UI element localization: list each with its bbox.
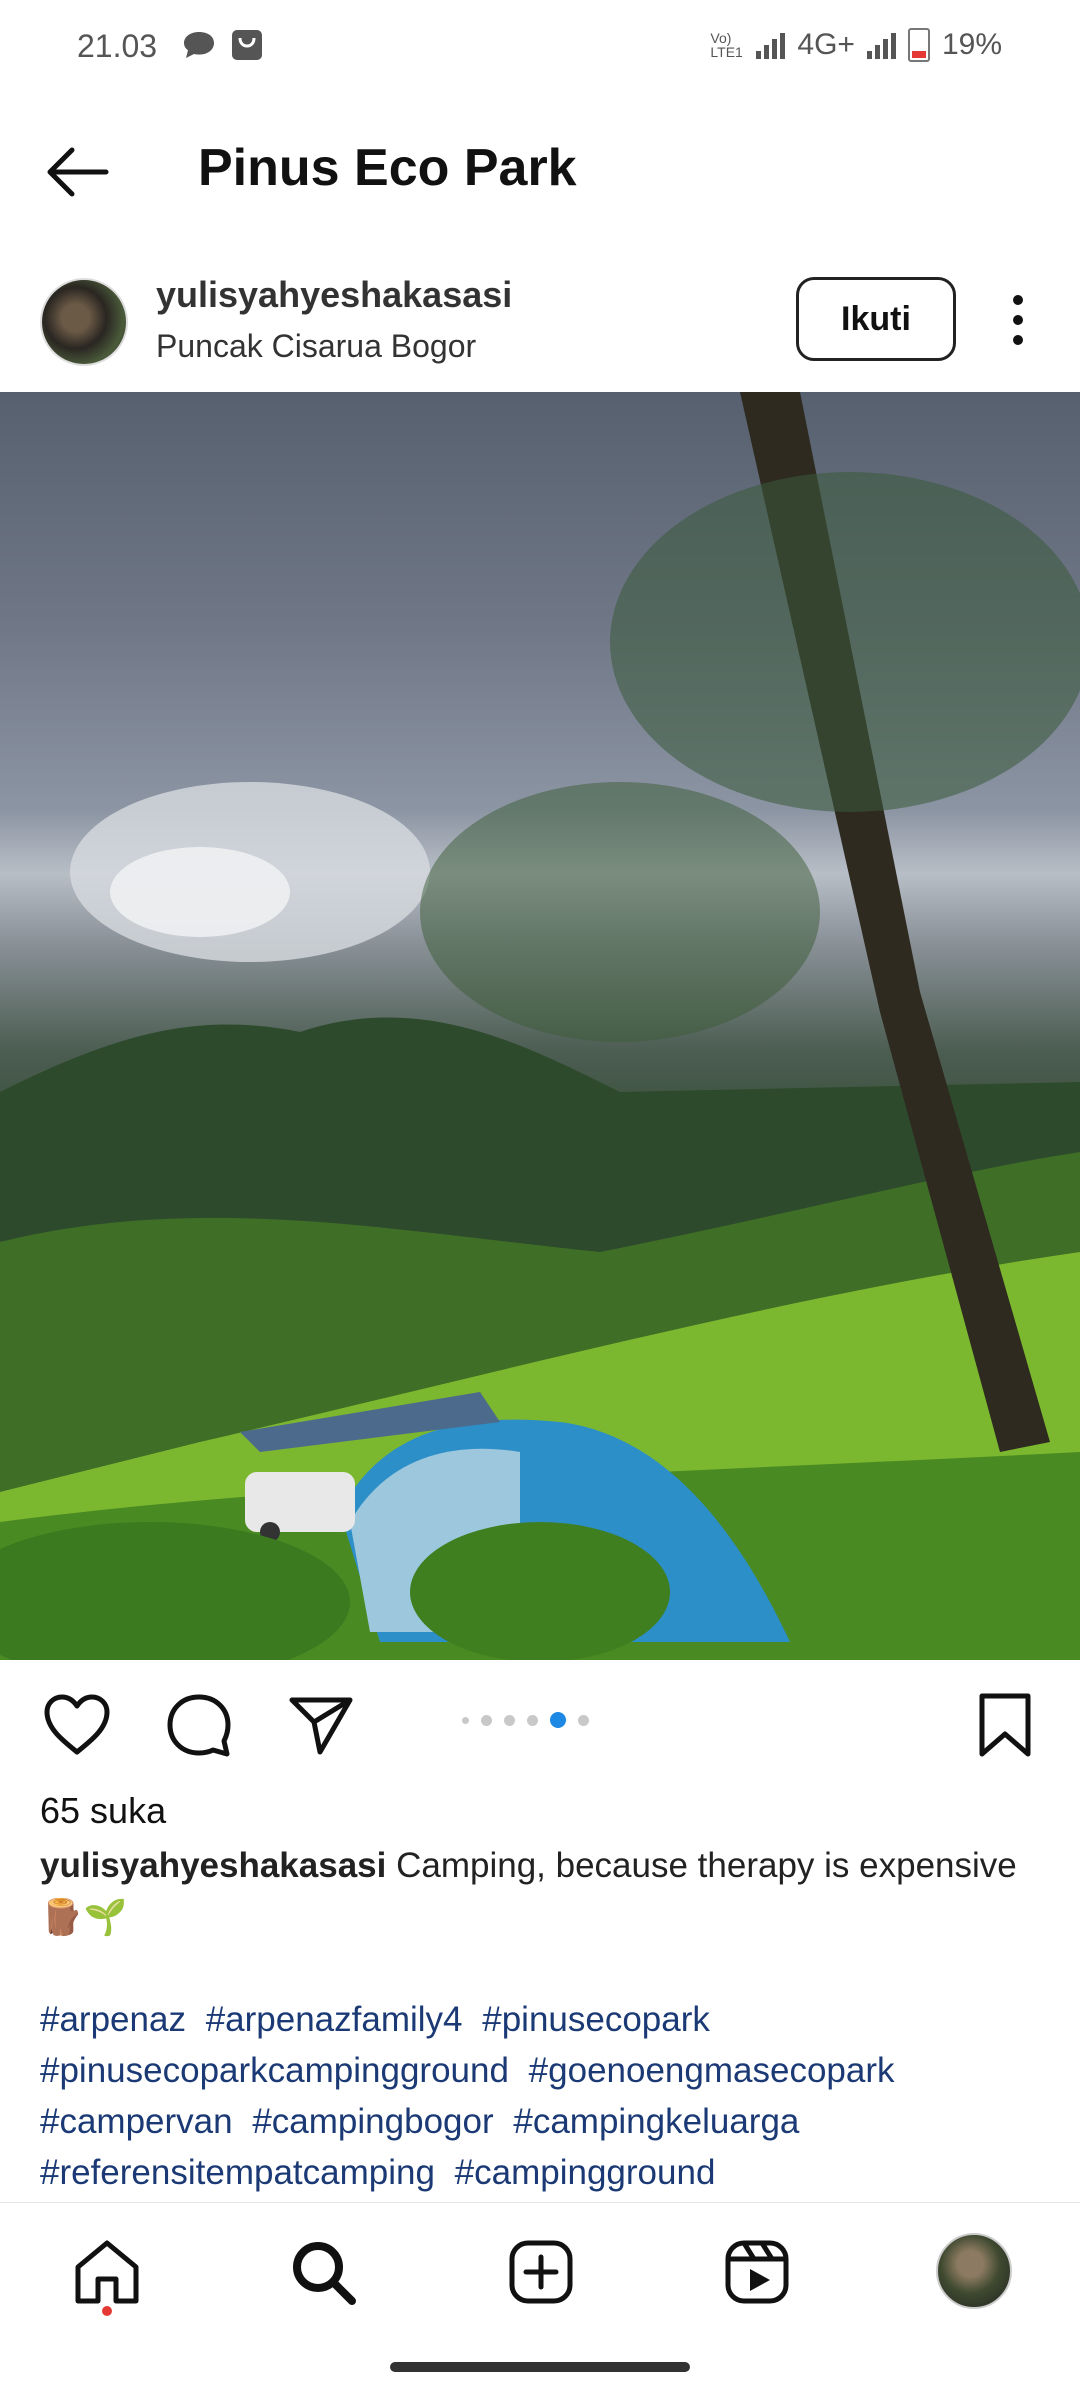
hashtags: #arpenaz #arpenazfamily4 #pinusecopark #… — [40, 1994, 1050, 2198]
hashtag[interactable]: #pinusecopark — [482, 2000, 710, 2039]
home-icon[interactable] — [72, 2237, 142, 2307]
post-username[interactable]: yulisyahyeshakasasi — [156, 274, 512, 316]
hashtag[interactable]: #arpenazfamily4 — [206, 2000, 463, 2039]
profile-avatar[interactable] — [936, 2233, 1012, 2309]
hashtag[interactable]: #arpenaz — [40, 2000, 186, 2039]
carousel-indicator — [462, 1712, 589, 1728]
back-arrow-icon[interactable] — [42, 142, 112, 202]
status-right: Vo) LTE1 4G+ 19% — [710, 28, 1002, 62]
signal-icon — [866, 31, 896, 59]
notification-dot — [102, 2306, 112, 2316]
post-location[interactable]: Puncak Cisarua Bogor — [156, 328, 476, 365]
avatar[interactable] — [40, 278, 128, 366]
battery-icon — [907, 28, 930, 62]
photo-scene — [0, 392, 1080, 1660]
post-photo[interactable] — [0, 392, 1080, 1660]
carousel-dot-active — [550, 1712, 566, 1728]
status-bar: 21.03 Vo) LTE1 4G+ 19% — [0, 0, 1080, 100]
more-options-icon[interactable] — [1000, 292, 1036, 348]
carousel-dot — [578, 1714, 589, 1726]
network-type: 4G+ — [797, 28, 855, 61]
hashtag[interactable]: #pinusecoparkcampingground — [40, 2051, 509, 2090]
follow-button[interactable]: Ikuti — [796, 277, 956, 361]
carousel-dot — [504, 1714, 515, 1726]
signal-icon — [756, 31, 786, 59]
caption-username[interactable]: yulisyahyeshakasasi — [40, 1846, 386, 1885]
chat-icon — [184, 32, 214, 58]
share-paper-plane-icon[interactable] — [286, 1692, 356, 1758]
add-post-icon[interactable] — [506, 2237, 576, 2307]
bookmark-icon[interactable] — [970, 1692, 1040, 1758]
hashtag[interactable]: #campingbogor — [252, 2102, 493, 2141]
hashtag[interactable]: #campervan — [40, 2102, 233, 2141]
carousel-dot — [462, 1716, 469, 1724]
like-heart-icon[interactable] — [42, 1692, 112, 1758]
hashtag[interactable]: #referensitempatcamping — [40, 2153, 435, 2192]
status-time: 21.03 — [77, 28, 158, 64]
bottom-nav — [0, 2202, 1080, 2343]
likes-count[interactable]: 65 suka — [40, 1790, 166, 1832]
search-icon[interactable] — [288, 2237, 358, 2307]
hashtag[interactable]: #goenoengmasecopark — [529, 2051, 895, 2090]
caption: yulisyahyeshakasasi Camping, because the… — [40, 1840, 1040, 1944]
hashtag[interactable]: #campingground — [455, 2153, 716, 2192]
page-title: Pinus Eco Park — [198, 139, 577, 197]
carousel-dot — [527, 1714, 538, 1726]
carousel-dot — [481, 1714, 492, 1726]
hashtag[interactable]: #campingkeluarga — [513, 2102, 799, 2141]
gesture-bar[interactable] — [390, 2362, 690, 2372]
volte-indicator: Vo) LTE1 — [710, 30, 743, 60]
reels-icon[interactable] — [722, 2237, 792, 2307]
comment-icon[interactable] — [164, 1692, 234, 1758]
battery-percent: 19% — [941, 28, 1002, 61]
bag-icon — [232, 30, 262, 60]
